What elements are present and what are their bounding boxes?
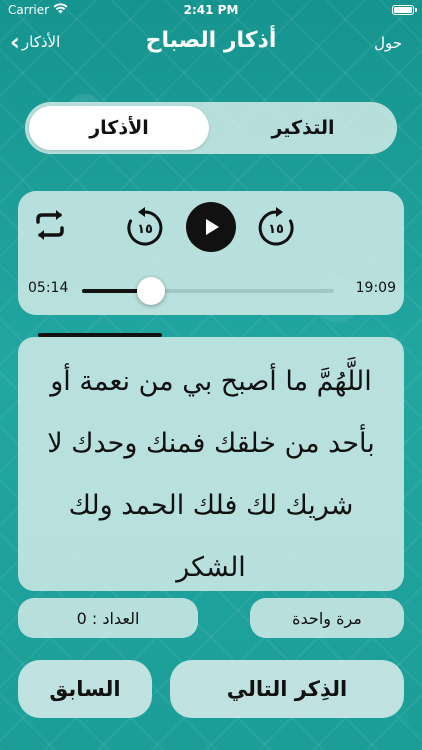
wifi-icon bbox=[53, 3, 68, 17]
next-dhikr-button[interactable]: الذِكر التالي bbox=[170, 660, 404, 718]
skip-forward-15-button[interactable]: ١٥ bbox=[255, 206, 297, 248]
status-bar: Carrier 2:41 PM bbox=[0, 0, 422, 20]
repeat-icon[interactable] bbox=[30, 207, 70, 243]
page-title: أذكار الصباح bbox=[145, 28, 277, 53]
playback-slider[interactable] bbox=[82, 277, 334, 305]
audio-player: ١٥ ١٥ 05:14 19:09 bbox=[18, 191, 404, 315]
chevron-left-icon: ‹ bbox=[10, 28, 20, 56]
counter-display: العداد : 0 bbox=[18, 598, 198, 638]
back-button[interactable]: ‹ الأذكار bbox=[10, 28, 61, 56]
segment-adhkar[interactable]: الأذكار bbox=[29, 106, 209, 150]
reading-progress-bar bbox=[38, 333, 382, 337]
dhikr-text: اللَّهُمَّ ما أصبح بي من نعمة أو بأحد من… bbox=[47, 366, 375, 583]
repeat-count-button[interactable]: مرة واحدة bbox=[250, 598, 404, 638]
play-icon bbox=[206, 219, 219, 235]
navigation-bar: ‹ الأذكار أذكار الصباح حول bbox=[0, 20, 422, 66]
about-button[interactable]: حول bbox=[374, 34, 402, 52]
reading-progress-fill bbox=[38, 333, 162, 337]
playback-slider-knob[interactable] bbox=[137, 277, 166, 305]
back-button-label: الأذكار bbox=[21, 33, 61, 51]
segmented-control: الأذكار التذكير bbox=[25, 102, 397, 154]
skip-back-15-button[interactable]: ١٥ bbox=[124, 206, 166, 248]
total-time: 19:09 bbox=[355, 280, 396, 296]
current-time: 05:14 bbox=[28, 280, 69, 296]
status-time: 2:41 PM bbox=[183, 3, 239, 17]
battery-icon bbox=[392, 5, 417, 15]
skip-forward-label: ١٥ bbox=[268, 222, 284, 237]
segment-reminder[interactable]: التذكير bbox=[213, 106, 393, 150]
play-button[interactable] bbox=[186, 202, 236, 252]
carrier-label: Carrier bbox=[8, 3, 50, 17]
dhikr-card: اللَّهُمَّ ما أصبح بي من نعمة أو بأحد من… bbox=[18, 337, 404, 591]
previous-button[interactable]: السابق bbox=[18, 660, 152, 718]
skip-back-label: ١٥ bbox=[137, 222, 153, 237]
